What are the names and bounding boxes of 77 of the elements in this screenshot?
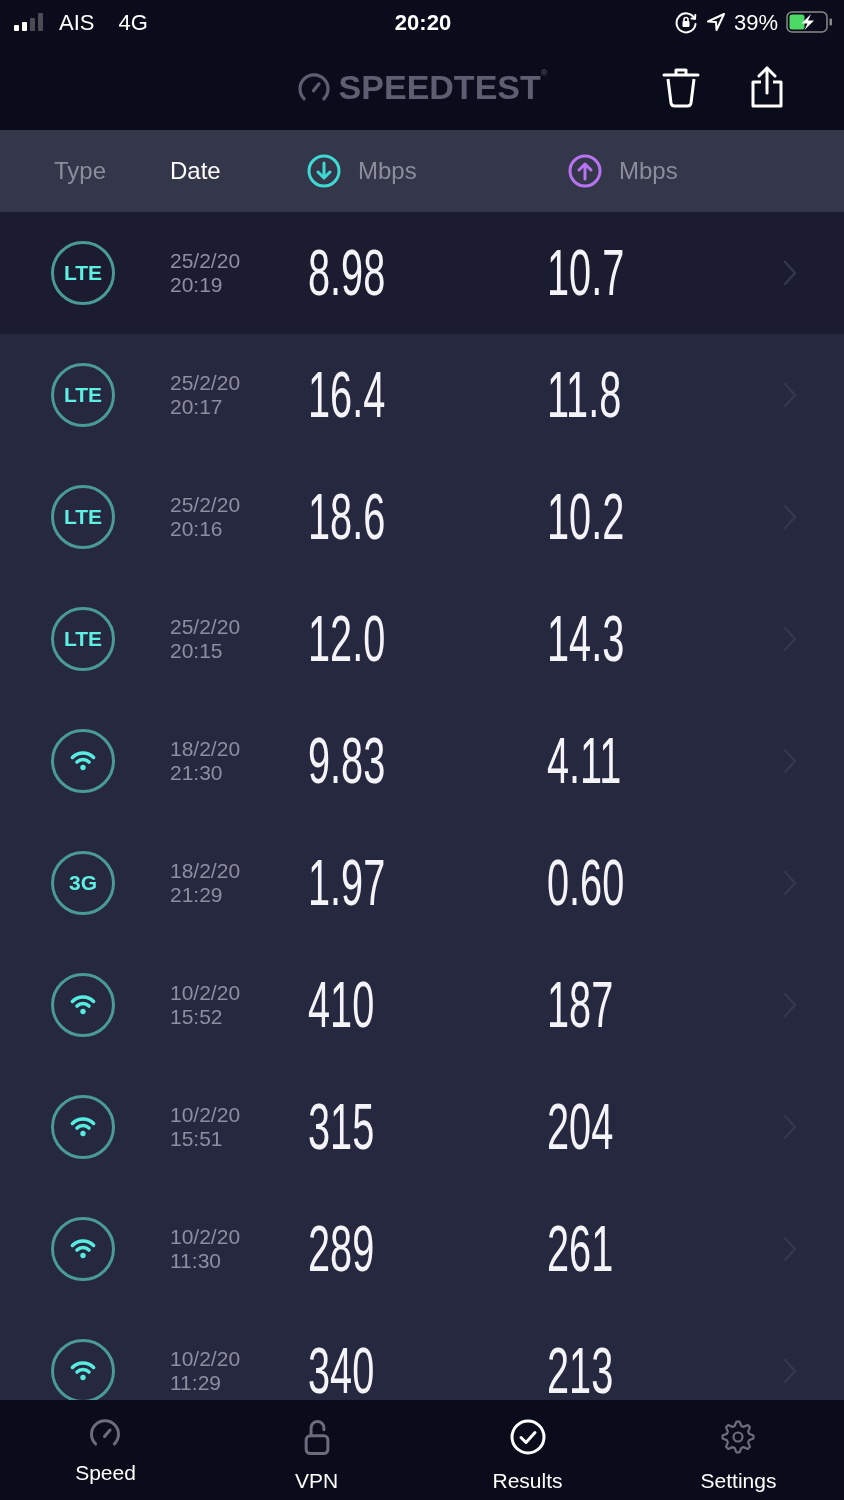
column-header[interactable]: Date [170, 156, 221, 186]
network-type-indicator: LTE [51, 485, 115, 549]
network-type-indicator: 3G [51, 851, 115, 915]
wifi-icon [51, 1095, 115, 1159]
gauge-icon [296, 72, 331, 102]
result-row[interactable]: LTE 25/2/20 20:19 8.98 10.7 [0, 212, 844, 334]
upload-speed: 14.3 [547, 607, 625, 671]
test-time: 21:30 [170, 761, 223, 785]
carrier-name: AIS [59, 8, 95, 37]
network-type-indicator: LTE [51, 363, 115, 427]
test-date: 18/2/20 [170, 859, 241, 883]
test-time: 15:51 [170, 1127, 223, 1151]
test-date: 10/2/20 [170, 1103, 241, 1127]
battery-percentage: 39% [733, 8, 778, 37]
check-circle-icon [509, 1419, 546, 1455]
download-speed: 340 [308, 1339, 375, 1400]
wifi-icon [51, 973, 115, 1037]
chevron-icon [783, 260, 797, 286]
network-type-indicator: LTE [51, 241, 115, 305]
upload-speed: 204 [547, 1095, 614, 1159]
download-speed: 9.83 [308, 729, 386, 793]
test-time: 11:29 [170, 1371, 221, 1395]
clock: 20:20 [394, 8, 452, 37]
results-tab[interactable]: Results [492, 1400, 563, 1493]
test-date: 25/2/20 [170, 249, 241, 273]
download-speed: 12.0 [308, 607, 386, 671]
network-type-indicator: LTE [51, 607, 115, 671]
signal-strength-icon [14, 13, 43, 31]
upload-speed: 261 [547, 1217, 614, 1281]
download-speed: 315 [308, 1095, 375, 1159]
test-time: 15:52 [170, 1005, 223, 1029]
test-time: 20:19 [170, 273, 223, 297]
orientation-lock-icon [673, 10, 698, 34]
test-time: 20:17 [170, 395, 223, 419]
battery-charging-icon [786, 11, 832, 33]
download-speed: 18.6 [308, 485, 386, 549]
test-time: 20:15 [170, 639, 223, 663]
upload-speed: 10.2 [547, 485, 625, 549]
test-time: 21:29 [170, 883, 223, 907]
settings-icon [720, 1419, 757, 1455]
location-arrow-icon [705, 12, 726, 32]
test-date: 18/2/20 [170, 737, 241, 761]
upload-icon [568, 154, 602, 188]
test-date: 25/2/20 [170, 371, 241, 395]
upload-speed: 187 [547, 973, 614, 1037]
wifi-icon [51, 1217, 115, 1281]
upload-speed: 0.60 [547, 851, 625, 915]
test-time: 20:16 [170, 517, 223, 541]
wifi-icon [51, 729, 115, 793]
column-header[interactable]: Mbps [568, 154, 678, 188]
test-date: 25/2/20 [170, 493, 241, 517]
download-icon [307, 154, 341, 188]
download-speed: 289 [308, 1217, 375, 1281]
vpn-tab[interactable]: VPN [294, 1400, 339, 1493]
gauge-icon [88, 1419, 123, 1447]
download-speed: 410 [308, 973, 375, 1037]
test-date: 10/2/20 [170, 981, 241, 1005]
test-date: 10/2/20 [170, 1225, 241, 1249]
upload-speed: 11.8 [547, 363, 622, 427]
upload-speed: 4.11 [547, 729, 622, 793]
download-speed: 1.97 [308, 851, 386, 915]
download-speed: 16.4 [308, 363, 386, 427]
wifi-icon [51, 1339, 115, 1400]
test-time: 11:30 [170, 1249, 221, 1273]
speed-tab[interactable]: Speed [75, 1400, 136, 1485]
test-date: 25/2/20 [170, 615, 241, 639]
upload-speed: 213 [547, 1339, 614, 1400]
column-header[interactable]: Type [54, 156, 107, 186]
settings-tab[interactable]: Settings [700, 1400, 777, 1493]
logo-wordmark: SPEEDTEST$^{®}$ [338, 70, 548, 104]
upload-speed: 10.7 [547, 241, 625, 305]
network-type: 4G [118, 8, 148, 37]
trash-icon[interactable] [662, 66, 700, 108]
download-speed: 8.98 [308, 241, 386, 305]
test-date: 10/2/20 [170, 1347, 241, 1371]
share-icon[interactable] [750, 65, 784, 109]
column-header[interactable]: Mbps [307, 154, 417, 188]
